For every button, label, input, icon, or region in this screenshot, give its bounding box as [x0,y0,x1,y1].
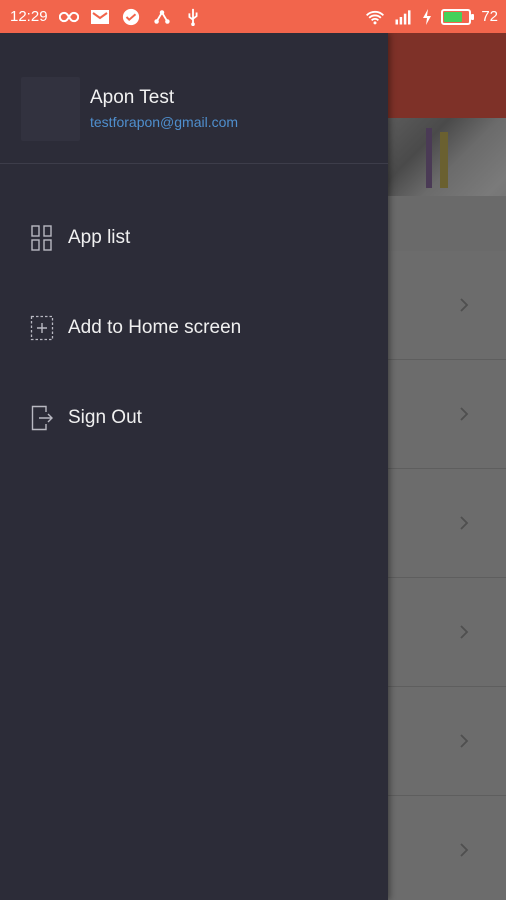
list-row [388,251,506,360]
battery-percent: 72 [481,8,498,25]
chevron-right-icon [460,407,469,421]
chevron-right-icon [460,843,469,857]
background-app [388,33,506,900]
app-header [388,33,506,118]
chevron-right-icon [460,734,469,748]
usb-icon [188,8,198,26]
list [388,251,506,900]
list-row [388,469,506,578]
chevron-right-icon [460,516,469,530]
menu-item-add-to-home-screen[interactable]: Add to Home screen [0,283,388,373]
chevron-right-icon [460,298,469,312]
list-row [388,360,506,469]
list-row [388,578,506,687]
menu-item-label: App list [68,227,131,248]
drawer-menu: App list Add to Home screen Sign Out [0,193,388,463]
charging-icon [423,8,432,25]
grid-icon [31,225,52,251]
navigation-drawer: Apon Test testforapon@gmail.com App list… [0,33,388,900]
wifi-icon [366,10,385,24]
menu-item-app-list[interactable]: App list [0,193,388,283]
menu-item-label: Add to Home screen [68,317,242,338]
battery-icon [441,8,475,25]
avatar [21,77,80,141]
profile-header: Apon Test testforapon@gmail.com [0,33,388,164]
share-icon [153,9,170,24]
menu-item-sign-out[interactable]: Sign Out [0,373,388,463]
status-time: 12:29 [10,8,48,25]
profile-email: testforapon@gmail.com [90,114,239,130]
profile-name: Apon Test [90,87,175,108]
hero-image [388,118,506,251]
list-row [388,796,506,900]
add-box-icon [30,315,54,341]
battery-fill [444,11,462,22]
gmail-icon [90,9,109,24]
sign-out-icon [31,405,53,431]
message-icon [122,8,139,25]
chevron-right-icon [460,625,469,639]
infinity-icon [58,11,79,22]
menu-item-label: Sign Out [68,407,142,428]
signal-icon [395,9,411,24]
battery-indicator: 72 [441,8,498,25]
status-bar: 12:29 72 [0,0,506,33]
list-row [388,687,506,796]
